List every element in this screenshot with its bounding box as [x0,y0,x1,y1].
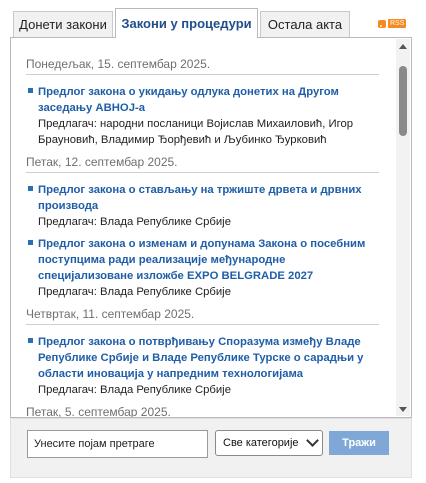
proposer-text: Предлагач: Влада Републике Србије [38,286,231,298]
law-title-link[interactable]: Предлог закона о укидању одлука донетих … [38,84,379,116]
laws-list-panel: Понедељак, 15. септембар 2025. Предлог з… [10,37,412,418]
scroll-up-arrow-icon[interactable] [399,44,407,49]
list-item: Предлог закона о укидању одлука донетих … [26,84,379,148]
law-title-link[interactable]: Предлог закона о стављању на тржиште дрв… [38,182,379,214]
laws-list: Понедељак, 15. септембар 2025. Предлог з… [26,56,379,417]
tab-passed-laws[interactable]: Донети закони [13,11,113,37]
rss-link[interactable]: RSS [378,18,407,29]
law-title-link[interactable]: Предлог закона о изменам и допунама Зако… [38,236,379,284]
rss-icon [378,19,386,28]
scrollbar-thumb[interactable] [399,66,407,136]
proposer-text: Предлагач: Влада Републике Србије [38,384,231,396]
list-item: Предлог закона о стављању на тржиште дрв… [26,182,379,230]
tab-other-acts[interactable]: Остала акта [260,11,350,37]
bullet-icon [28,186,33,191]
scroll-down-arrow-icon[interactable] [399,407,407,412]
search-bar: Све категорије Тражи [10,418,412,478]
bullet-icon [28,88,33,93]
date-heading: Петак, 12. септембар 2025. [26,154,379,173]
tab-bar: Донети закони Закони у процедури Остала … [10,8,412,38]
rss-label: RSS [388,19,407,28]
date-heading: Понедељак, 15. септембар 2025. [26,56,379,75]
search-input[interactable] [27,430,208,458]
proposer-text: Предлагач: Влада Републике Србије [38,216,231,228]
list-item: Предлог закона о потврђивању Споразума и… [26,334,379,398]
date-heading: Четвртак, 11. септембар 2025. [26,306,379,325]
bullet-icon [28,240,33,245]
category-select[interactable]: Све категорије [215,430,323,456]
law-title-link[interactable]: Предлог закона о потврђивању Споразума и… [38,334,379,382]
chevron-down-icon [306,434,319,447]
laws-widget: Донети закони Закони у процедури Остала … [10,8,412,478]
tab-laws-in-procedure[interactable]: Закони у процедури [115,8,258,38]
list-item: Предлог закона о изменам и допунама Зако… [26,236,379,300]
bullet-icon [28,338,33,343]
date-heading: Петак, 5. септембар 2025. [26,404,379,417]
proposer-text: Предлагач: народни посланици Војислав Ми… [38,118,354,146]
category-select-value: Све категорије [223,437,299,449]
vertical-scrollbar[interactable] [396,39,410,416]
search-button[interactable]: Тражи [329,431,389,455]
